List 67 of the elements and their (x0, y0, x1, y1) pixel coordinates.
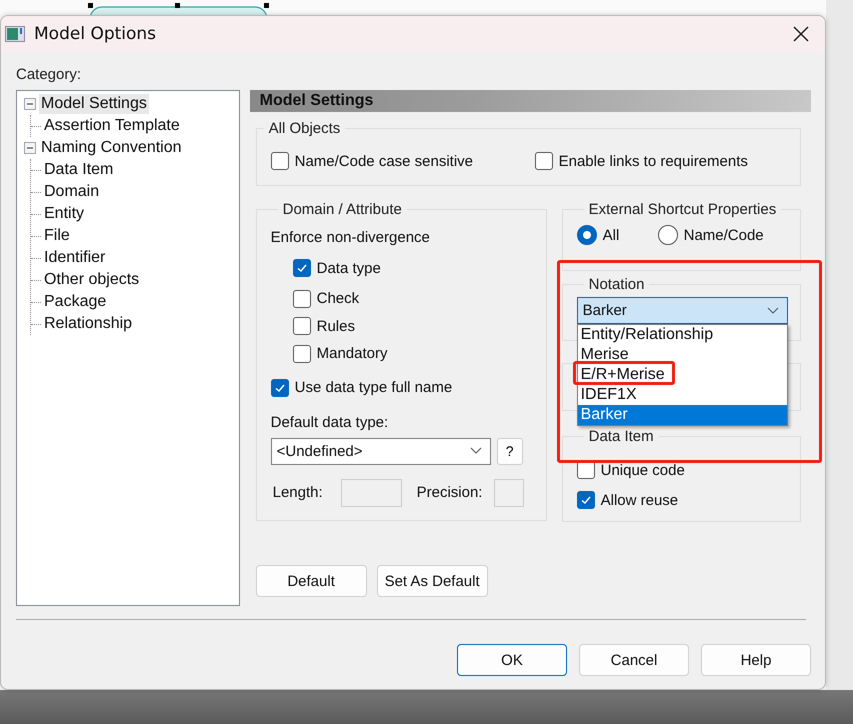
checkbox[interactable] (292, 259, 311, 277)
checkbox-label[interactable]: Unique code (600, 462, 685, 478)
field-label: Precision: (416, 484, 484, 501)
tree-item[interactable]: Identifier (42, 248, 108, 268)
checkbox-label[interactable]: Mandatory (316, 345, 388, 362)
group-title: Notation (588, 276, 646, 293)
notation-dropdown[interactable]: Barker (576, 297, 788, 324)
tree-item[interactable]: Domain (42, 182, 102, 202)
checkbox[interactable] (292, 290, 311, 308)
close-icon[interactable] (793, 26, 809, 42)
checkbox-label[interactable]: Enable links to requirements (558, 152, 748, 170)
radio-label[interactable]: All (602, 226, 620, 244)
tree-item[interactable]: File (42, 226, 72, 246)
group-title: Domain / Attribute (282, 201, 403, 218)
checkbox[interactable] (270, 152, 289, 170)
tree-item[interactable]: Other objects (42, 270, 142, 290)
window-title: Model Options (34, 24, 156, 44)
help-button[interactable]: ? (496, 438, 523, 464)
checkbox[interactable] (292, 317, 311, 336)
radio-label[interactable]: Name/Code (684, 226, 764, 244)
checkmark-icon (580, 494, 592, 506)
tree-item[interactable]: Naming Convention (39, 138, 184, 158)
group-title: All Objects (268, 120, 342, 137)
dropdown-option[interactable]: IDEF1X (578, 385, 787, 405)
checkbox-label[interactable]: Allow reuse (600, 492, 678, 508)
precision-field[interactable] (494, 478, 524, 506)
chevron-icon (766, 306, 779, 314)
dropdown-option[interactable]: E/R+Merise (578, 365, 787, 385)
app-icon (5, 26, 25, 42)
dialog-button[interactable]: Help (701, 644, 811, 676)
tree-item[interactable]: Model Settings (39, 94, 149, 114)
tree-item[interactable]: Relationship (42, 314, 134, 334)
checkbox-label[interactable]: Check (316, 290, 360, 308)
section-label: Enforce non-divergence (270, 229, 431, 247)
group-title: Data Item (588, 428, 655, 445)
chevron-icon (470, 447, 482, 455)
checkbox[interactable] (270, 378, 289, 396)
category-label: Category: (16, 66, 82, 84)
tree-item[interactable]: Assertion Template (42, 116, 182, 136)
checkbox[interactable] (576, 491, 595, 509)
checkbox[interactable] (534, 152, 553, 170)
dialog-button[interactable]: Cancel (579, 644, 689, 676)
dialog-button[interactable]: OK (457, 644, 567, 676)
field-label: Default data type: (270, 414, 390, 432)
checkbox-label[interactable]: Use data type full name (294, 379, 452, 396)
checkbox-label[interactable]: Name/Code case sensitive (294, 152, 474, 170)
checkbox-label[interactable]: Data type (316, 260, 381, 276)
field-label: Length: (272, 484, 324, 501)
dropdown-option[interactable]: Entity/Relationship (578, 325, 787, 345)
tree-item[interactable]: Entity (42, 204, 86, 224)
section-header: Model Settings (250, 90, 811, 112)
collapse-icon[interactable] (24, 142, 36, 154)
checkmark-icon (296, 262, 308, 274)
checkbox-label[interactable]: Rules (316, 318, 355, 335)
dropdown-option[interactable]: Merise (578, 345, 787, 365)
group-title: External Shortcut Properties (588, 201, 778, 218)
checkbox[interactable] (292, 344, 311, 363)
data-type-dropdown[interactable]: <Undefined> (270, 438, 491, 464)
panel-button[interactable]: Set As Default (376, 565, 488, 597)
panel-button[interactable]: Default (256, 565, 367, 597)
collapse-icon[interactable] (24, 98, 36, 110)
tree-item[interactable]: Package (42, 292, 108, 312)
tree-item[interactable]: Data Item (42, 160, 116, 180)
dropdown-option[interactable]: Barker (578, 405, 787, 425)
radio-button[interactable] (576, 225, 597, 245)
length-field[interactable] (340, 478, 402, 506)
radio-button[interactable] (658, 225, 678, 245)
